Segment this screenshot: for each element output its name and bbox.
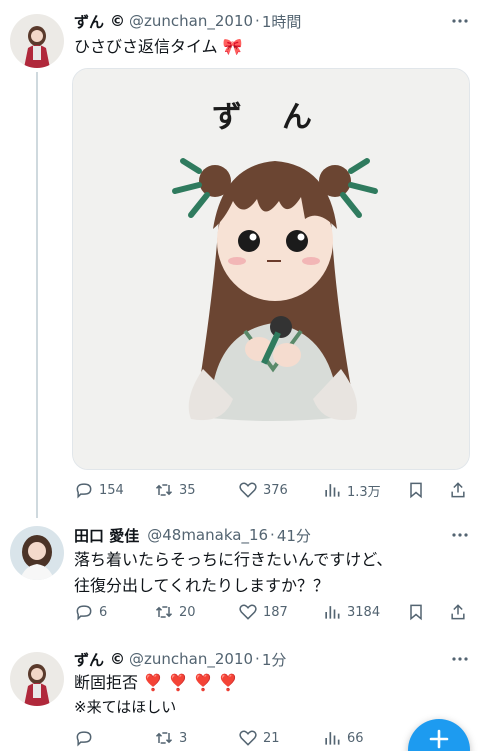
tweet-text-line: 落ち着いたらそっちに行きたいんですけど、 xyxy=(74,550,393,569)
timestamp[interactable]: 1分 xyxy=(262,649,287,670)
views-icon xyxy=(325,606,340,619)
bookmark-button[interactable] xyxy=(406,478,426,502)
retweet-button[interactable]: 20 xyxy=(154,600,196,624)
retweet-button[interactable]: 35 xyxy=(154,478,196,502)
retweet-icon xyxy=(155,732,173,744)
views-icon xyxy=(325,484,340,497)
name-mark: © xyxy=(110,12,126,30)
tweet-header: 田口 愛佳 @48manaka_16 · 41分 xyxy=(74,524,311,546)
tweet-2[interactable]: 田口 愛佳 @48manaka_16 · 41分 落ち着いたらそっちに行きたいん… xyxy=(0,510,480,638)
retweet-icon xyxy=(155,484,173,496)
tweet-actions: 154 35 376 1.3万 xyxy=(72,478,472,502)
tweet-header: ずん © @zunchan_2010 · 1分 xyxy=(74,648,286,670)
like-icon xyxy=(239,604,257,620)
separator: · xyxy=(270,526,275,544)
retweet-count: 35 xyxy=(179,482,196,498)
retweet-icon xyxy=(155,606,173,618)
user-handle[interactable]: @zunchan_2010 xyxy=(129,12,253,30)
display-name[interactable]: ずん xyxy=(74,11,104,32)
tweet-1[interactable]: ずん © @zunchan_2010 · 1時間 ひさびさ返信タイム 🎀 ずん xyxy=(0,0,480,518)
tweet-3[interactable]: ずん © @zunchan_2010 · 1分 断固拒否 ❣️ ❣️ ❣️ ❣️… xyxy=(0,638,480,751)
avatar-zun[interactable] xyxy=(10,652,64,706)
tweet-text-line: 往復分出してくれたりしますか？？ xyxy=(74,576,330,595)
reply-button[interactable]: 154 xyxy=(74,478,124,502)
like-button[interactable]: 21 xyxy=(238,726,280,750)
view-count: 3184 xyxy=(347,604,381,620)
share-button[interactable] xyxy=(448,478,468,502)
avatar-zun[interactable] xyxy=(10,14,64,68)
user-handle[interactable]: @48manaka_16 xyxy=(147,526,268,544)
like-count: 21 xyxy=(263,730,280,746)
illustration-caption: ずん xyxy=(212,100,352,135)
reply-icon xyxy=(76,605,92,621)
retweet-count: 3 xyxy=(179,730,188,746)
separator: · xyxy=(255,650,260,668)
avatar-taguchi[interactable] xyxy=(10,526,64,580)
tweet-text-line: ひさびさ返信タイム 🎀 xyxy=(74,37,243,56)
tweet-text: 落ち着いたらそっちに行きたいんですけど、 往復分出してくれたりしますか？？ xyxy=(74,547,392,599)
more-icon[interactable] xyxy=(452,527,468,543)
like-button[interactable]: 187 xyxy=(238,600,288,624)
more-icon[interactable] xyxy=(452,651,468,667)
tweet-header: ずん © @zunchan_2010 · 1時間 xyxy=(74,10,301,32)
display-name[interactable]: ずん xyxy=(74,649,104,670)
thread-line xyxy=(36,72,38,518)
compose-icon xyxy=(429,729,449,749)
bookmark-button[interactable] xyxy=(406,600,426,624)
separator: · xyxy=(255,12,260,30)
reply-button[interactable] xyxy=(74,726,99,750)
timestamp[interactable]: 41分 xyxy=(277,525,311,546)
share-button[interactable] xyxy=(448,600,468,624)
retweet-count: 20 xyxy=(179,604,196,620)
like-count: 376 xyxy=(263,482,288,498)
views-button[interactable]: 1.3万 xyxy=(322,478,381,502)
display-name[interactable]: 田口 愛佳 xyxy=(74,525,139,546)
bookmark-icon xyxy=(410,482,422,499)
user-handle[interactable]: @zunchan_2010 xyxy=(129,650,253,668)
tweet-text-line: ※来てはほしい xyxy=(74,698,177,716)
view-count: 66 xyxy=(347,730,364,746)
share-icon xyxy=(451,482,465,498)
share-icon xyxy=(451,604,465,620)
illustration: ずん xyxy=(73,69,469,469)
views-icon xyxy=(325,732,340,745)
tweet-actions: 6 20 187 3184 xyxy=(72,600,472,624)
views-button[interactable]: 66 xyxy=(322,726,364,750)
like-count: 187 xyxy=(263,604,288,620)
reply-button[interactable]: 6 xyxy=(74,600,107,624)
tweet-text: 断固拒否 ❣️ ❣️ ❣️ ❣️ ※来てはほしい xyxy=(74,671,238,719)
reply-icon xyxy=(76,483,92,499)
views-button[interactable]: 3184 xyxy=(322,600,380,624)
like-icon xyxy=(239,730,257,746)
timestamp[interactable]: 1時間 xyxy=(262,11,302,32)
reply-icon xyxy=(76,731,92,747)
retweet-button[interactable]: 3 xyxy=(154,726,187,750)
like-icon xyxy=(239,482,257,498)
tweet-text: ひさびさ返信タイム 🎀 xyxy=(74,35,243,59)
tweet-image[interactable]: ずん xyxy=(72,68,470,470)
like-button[interactable]: 376 xyxy=(238,478,288,502)
more-icon[interactable] xyxy=(452,13,468,29)
reply-count: 6 xyxy=(99,604,108,620)
reply-count: 154 xyxy=(99,482,124,498)
name-mark: © xyxy=(110,650,126,668)
bookmark-icon xyxy=(410,604,422,621)
view-count: 1.3万 xyxy=(347,484,381,500)
tweet-text-line: 断固拒否 ❣️ ❣️ ❣️ ❣️ xyxy=(74,673,239,692)
